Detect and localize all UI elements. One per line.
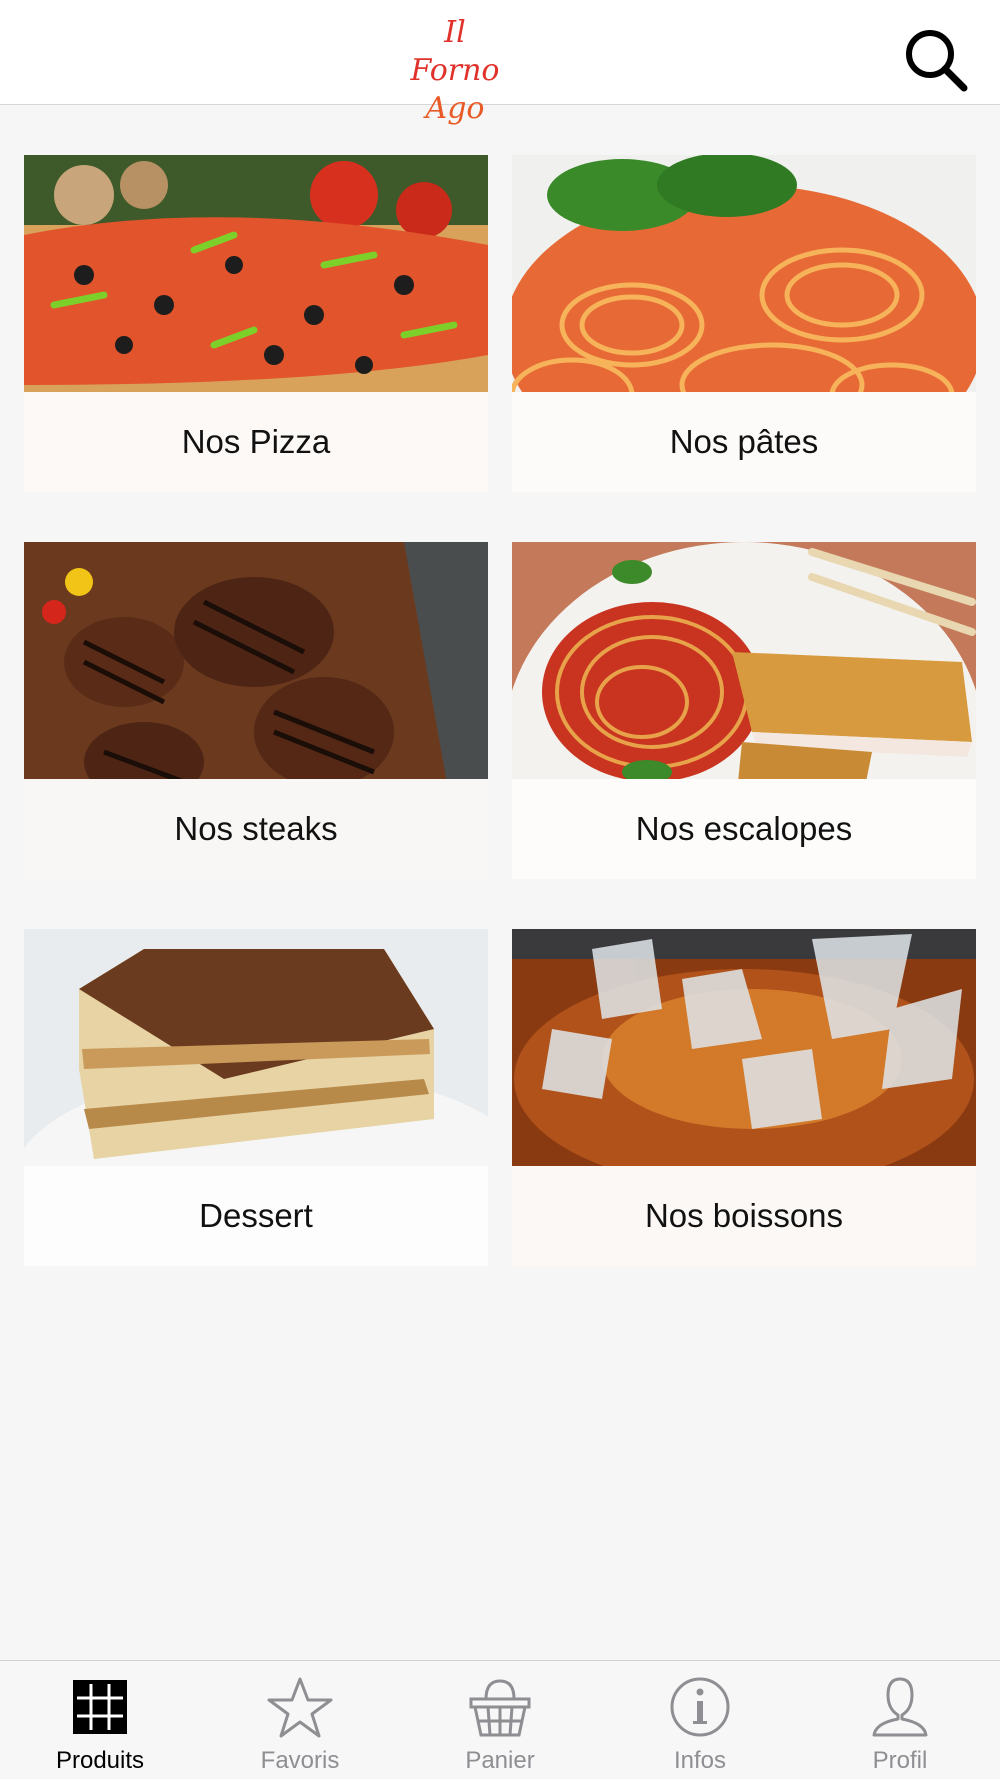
bottom-tab-bar: Produits Favoris Panier Infos Profil bbox=[0, 1660, 1000, 1778]
tab-produits[interactable]: Produits bbox=[0, 1661, 200, 1779]
tab-profil[interactable]: Profil bbox=[800, 1661, 1000, 1779]
category-card-pizza[interactable]: Nos Pizza bbox=[24, 155, 488, 492]
tab-infos[interactable]: Infos bbox=[600, 1661, 800, 1779]
star-icon bbox=[267, 1677, 333, 1738]
category-card-boissons[interactable]: Nos boissons bbox=[512, 929, 976, 1266]
category-grid: Nos Pizza Nos pâtes Nos steaks Nos escal… bbox=[0, 0, 1000, 1300]
tab-panier[interactable]: Panier bbox=[400, 1661, 600, 1779]
category-label: Nos Pizza bbox=[181, 423, 331, 460]
basket-icon bbox=[469, 1679, 531, 1737]
category-label: Nos pâtes bbox=[669, 423, 819, 460]
category-card-dessert[interactable]: Dessert bbox=[24, 929, 488, 1266]
category-card-escalopes[interactable]: Nos escalopes bbox=[512, 542, 976, 879]
grid-icon bbox=[73, 1680, 127, 1734]
tab-label: Favoris bbox=[260, 1747, 340, 1774]
category-card-steaks[interactable]: Nos steaks bbox=[24, 542, 488, 879]
category-label: Nos steaks bbox=[174, 810, 338, 847]
tab-label: Infos bbox=[673, 1747, 727, 1774]
category-label: Nos boissons bbox=[644, 1197, 844, 1234]
tab-label: Profil bbox=[872, 1747, 928, 1774]
info-icon bbox=[670, 1677, 730, 1737]
category-card-pasta[interactable]: Nos pâtes bbox=[512, 155, 976, 492]
tab-label: Produits bbox=[55, 1747, 145, 1774]
category-label: Dessert bbox=[199, 1197, 313, 1234]
tab-label: Panier bbox=[465, 1747, 535, 1774]
category-label: Nos escalopes bbox=[635, 810, 853, 847]
tab-favoris[interactable]: Favoris bbox=[200, 1661, 400, 1779]
person-icon bbox=[872, 1677, 928, 1737]
